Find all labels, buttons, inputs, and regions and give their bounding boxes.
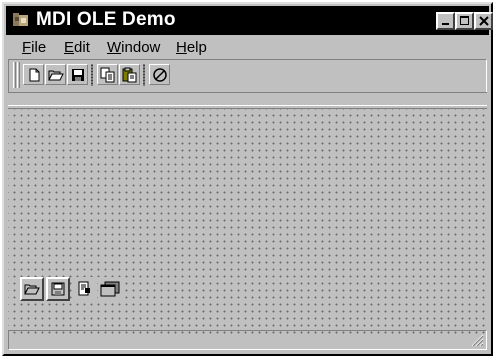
mdi-client-area[interactable] [8,108,487,334]
menu-help[interactable]: Help [176,39,207,56]
toolbar-grip[interactable] [13,62,16,88]
properties-icon [78,281,90,296]
minimize-icon [441,23,449,25]
copy-icon [100,67,114,82]
toolbar-grip[interactable] [17,62,20,88]
open-folder-icon [24,284,40,295]
floating-open-button[interactable] [20,277,44,301]
maximize-button[interactable] [455,12,474,30]
dialog-bar [8,92,487,106]
paste-icon [122,67,136,82]
floating-properties-button[interactable] [72,277,96,301]
floating-window-button[interactable] [98,277,122,301]
copy-button[interactable] [97,64,118,85]
paste-button[interactable] [119,64,140,85]
new-button[interactable] [23,64,44,85]
size-grip-icon[interactable] [470,333,484,347]
new-document-icon [29,68,39,81]
window-title: MDI OLE Demo [36,9,176,30]
stop-icon [152,67,167,82]
app-icon [13,13,28,26]
minimize-button[interactable] [436,12,455,30]
save-button[interactable] [67,64,88,85]
toolbar-separator [143,64,145,86]
maximize-icon [459,16,469,25]
stop-button[interactable] [149,64,170,85]
menu-bar: File Edit Window Help [6,37,489,57]
menu-file[interactable]: File [22,39,46,56]
open-folder-icon [47,70,64,80]
open-button[interactable] [45,64,66,85]
floating-save-button[interactable] [46,277,70,301]
menu-window[interactable]: Window [107,39,160,56]
save-disk-icon [51,282,65,296]
toolbar-dock [8,59,487,93]
close-icon [478,16,489,26]
window-icon [100,281,120,297]
title-bar[interactable]: MDI OLE Demo [6,6,493,35]
toolbar-separator [91,64,93,86]
save-disk-icon [71,68,84,81]
menu-edit[interactable]: Edit [64,39,90,56]
main-window: MDI OLE Demo File Edit Window Help [2,2,493,356]
status-bar [8,330,487,350]
close-button[interactable] [474,12,493,30]
